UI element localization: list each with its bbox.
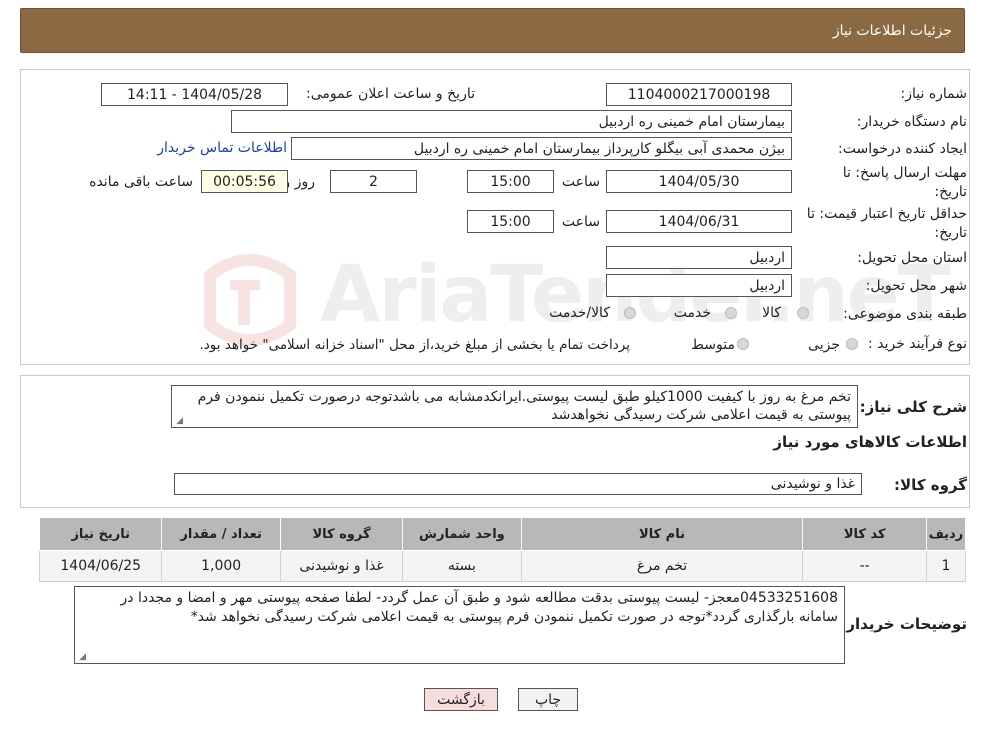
category-option-goods: کالا [762, 305, 781, 321]
city-field: اردبیل [606, 274, 792, 297]
requester-label: ایجاد کننده درخواست: [838, 141, 967, 157]
requester-field: بیژن محمدی آبی بیگلو کارپرداز بیمارستان … [291, 137, 792, 160]
col-header-item-name: نام کالا [520, 517, 804, 551]
buyer-contact-link[interactable]: اطلاعات تماس خریدار [157, 140, 287, 156]
cell-item-name: تخم مرغ [520, 550, 804, 582]
buyer-org-label: نام دستگاه خریدار: [856, 114, 967, 130]
deadline-date-field: 1404/05/30 [606, 170, 792, 193]
deadline-time-field: 15:00 [467, 170, 554, 193]
process-option-minor: جزیی [808, 337, 840, 353]
cell-need-date: 1404/06/25 [38, 550, 163, 582]
process-option-medium: متوسط [691, 337, 735, 353]
resize-handle-icon[interactable]: ◢ [78, 653, 86, 662]
remaining-time-label: ساعت باقی مانده [89, 174, 193, 190]
province-label: استان محل تحویل: [857, 250, 967, 266]
table-row: 1 -- تخم مرغ بسته غذا و نوشیدنی 1,000 14… [38, 550, 967, 582]
price-validity-label: حداقل تاریخ اعتبار قیمت: تا [806, 206, 967, 222]
process-type-label: نوع فرآیند خرید : [868, 336, 967, 352]
cell-row-number: 1 [925, 550, 967, 582]
buyer-notes-label: توضیحات خریدار: [840, 615, 967, 633]
price-validity-time-label: ساعت [561, 214, 600, 230]
city-label: شهر محل تحویل: [865, 278, 967, 294]
goods-info-title: اطلاعات کالاهای مورد نیاز [773, 433, 967, 451]
price-validity-label-line2: تاریخ: [934, 225, 967, 241]
deadline-label: مهلت ارسال پاسخ: تا [842, 165, 967, 181]
remaining-time-field: 00:05:56 [201, 170, 288, 193]
cell-item-code: -- [802, 550, 927, 582]
days-remaining-field: 2 [330, 170, 417, 193]
cell-quantity: 1,000 [161, 550, 281, 582]
process-note: پرداخت تمام یا بخشی از مبلغ خرید،از محل … [199, 337, 630, 353]
price-validity-time-field: 15:00 [467, 210, 554, 233]
category-radio-goods-service[interactable] [624, 307, 636, 319]
need-number-field: 1104000217000198 [606, 83, 792, 106]
col-header-quantity: تعداد / مقدار [161, 517, 281, 551]
process-radio-medium[interactable] [737, 338, 749, 350]
need-number-label: شماره نیاز: [900, 86, 968, 102]
category-label: طبقه بندی موضوعی: [843, 306, 967, 322]
col-header-row-number: ردیف [925, 517, 967, 551]
days-label: روز و [283, 174, 316, 190]
price-validity-date-field: 1404/06/31 [606, 210, 792, 233]
col-header-item-code: کد کالا [802, 517, 927, 551]
table-header-row: ردیف کد کالا نام کالا واحد شمارش گروه کا… [38, 517, 967, 551]
description-label: شرح کلی نیاز: [859, 398, 967, 416]
description-textarea[interactable]: تخم مرغ به روز با کیفیت 1000کیلو طبق لیس… [171, 385, 858, 428]
category-option-service: خدمت [673, 305, 711, 321]
cell-item-group: غذا و نوشیدنی [279, 550, 404, 582]
col-header-unit: واحد شمارش [402, 517, 522, 551]
province-field: اردبیل [606, 246, 792, 269]
back-button[interactable]: بازگشت [424, 688, 498, 711]
process-radio-minor[interactable] [846, 338, 858, 350]
deadline-time-label: ساعت [561, 174, 600, 190]
category-radio-goods[interactable] [797, 307, 809, 319]
col-header-need-date: تاریخ نیاز [38, 517, 163, 551]
resize-handle-icon[interactable]: ◢ [175, 417, 183, 426]
goods-group-label: گروه کالا: [894, 476, 967, 494]
buyer-notes-textarea[interactable]: 04533251608معجز- لیست پیوستی بدقت مطالعه… [74, 586, 845, 664]
deadline-label-line2: تاریخ: [934, 184, 967, 200]
cell-unit: بسته [402, 550, 522, 582]
category-option-goods-service: کالا/خدمت [549, 305, 610, 321]
buyer-org-field: بیمارستان امام خمینی ره اردبیل [231, 110, 792, 133]
announce-datetime-label: تاریخ و ساعت اعلان عمومی: [306, 86, 475, 102]
page-title: جزئیات اطلاعات نیاز [832, 22, 952, 39]
announce-datetime-field: 1404/05/28 - 14:11 [101, 83, 288, 106]
print-button[interactable]: چاپ [518, 688, 578, 711]
col-header-item-group: گروه کالا [279, 517, 404, 551]
goods-group-field: غذا و نوشیدنی [174, 473, 862, 495]
category-radio-service[interactable] [725, 307, 737, 319]
goods-table: ردیف کد کالا نام کالا واحد شمارش گروه کا… [38, 517, 967, 582]
page-header: جزئیات اطلاعات نیاز [20, 8, 965, 53]
